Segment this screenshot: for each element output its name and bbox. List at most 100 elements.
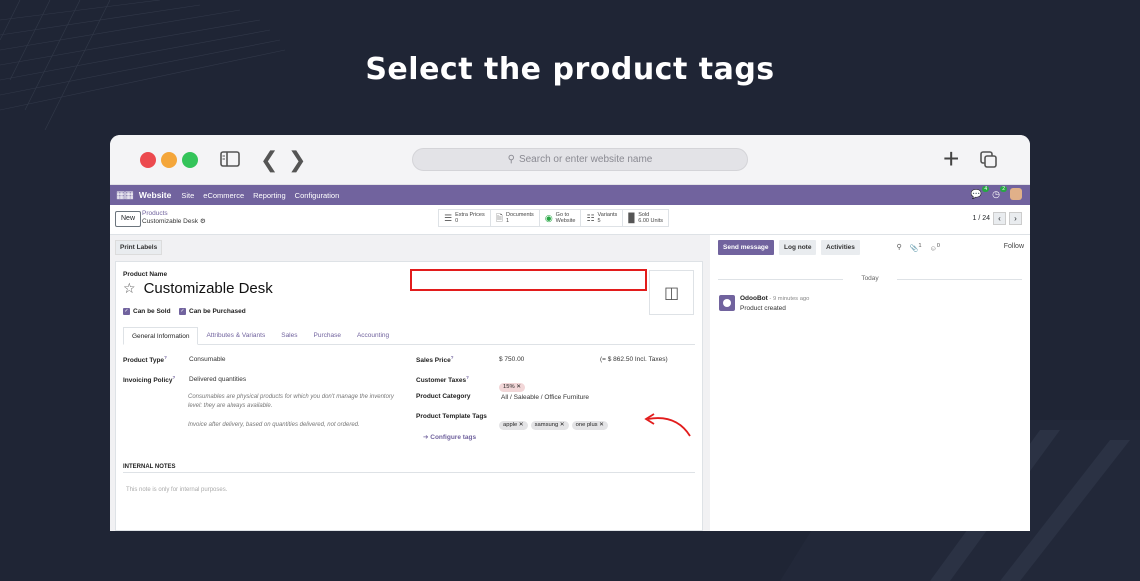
tag-samsung[interactable]: samsung ✕ [530, 421, 569, 430]
invoicing-policy-label: Invoicing Policy? [123, 375, 176, 385]
smart-value: 1 [505, 218, 510, 224]
tab-overview-icon[interactable] [980, 151, 998, 169]
smart-button-variants[interactable]: ☷ Variants 5 [581, 210, 624, 226]
pager-next-icon[interactable]: › [1009, 212, 1022, 225]
breadcrumb-current: Customizable Desk [142, 218, 198, 225]
control-panel: New Products Customizable Desk ⚙ ☰ Extra … [110, 205, 1030, 235]
search-icon: ⚲ [507, 154, 515, 165]
consumable-help-text: Consumables are physical products for wh… [188, 394, 394, 409]
form-sheet: Product Name ☆ Customizable Desk ◫ ✓ Can … [115, 261, 703, 531]
date-separator: Today [718, 275, 1022, 282]
product-category-select[interactable]: All / Saleable / Office Furniture [501, 394, 589, 401]
smart-value: 6.00 Units [638, 218, 663, 224]
messages-icon[interactable]: 💬 4 [971, 185, 990, 200]
app-navbar: ▦▦ Website Site eCommerce Reporting Conf… [110, 185, 1030, 205]
internal-notes-input[interactable]: This note is only for internal purposes. [126, 487, 227, 493]
search-icon[interactable]: ⚲ [896, 243, 901, 252]
tag-apple[interactable]: apple ✕ [499, 421, 528, 430]
template-tags-input[interactable]: apple ✕ samsung ✕ one plus ✕ [499, 413, 611, 431]
pager-prev-icon[interactable]: ‹ [993, 212, 1006, 225]
messages-count: 4 [982, 185, 990, 192]
app-brand[interactable]: Website [139, 190, 171, 200]
smart-button-sold[interactable]: ▉ Sold 6.00 Units [623, 210, 668, 226]
product-image[interactable]: ◫ [649, 270, 694, 315]
tax-tag[interactable]: 15% ✕ [499, 383, 526, 392]
back-icon[interactable]: ❮ [260, 147, 278, 173]
browser-toolbar: ❮ ❯ ⚲ Search or enter website name + [110, 135, 1030, 185]
can-be-purchased-label: Can be Purchased [189, 308, 246, 315]
menu-ecommerce[interactable]: eCommerce [203, 191, 244, 200]
menu-site[interactable]: Site [181, 191, 194, 200]
configure-tags-link[interactable]: ➔ Configure tags [423, 433, 476, 441]
page-title: Select the product tags [365, 52, 775, 87]
new-tab-icon[interactable]: + [943, 143, 959, 175]
globe-icon: ◉ [544, 213, 553, 223]
check-icon: ✓ [179, 308, 186, 315]
internal-notes-title: INTERNAL NOTES [123, 464, 695, 473]
activities-icon[interactable]: ◷ 2 [992, 185, 1007, 200]
log-note-button[interactable]: Log note [779, 240, 817, 255]
can-be-sold-checkbox[interactable]: ✓ Can be Sold [123, 308, 171, 315]
tab-purchase[interactable]: Purchase [306, 327, 349, 344]
product-type-select[interactable]: Consumable [189, 356, 226, 363]
sidebar-toggle-icon[interactable] [220, 151, 240, 167]
smart-value: Website [555, 218, 576, 224]
print-labels-button[interactable]: Print Labels [115, 240, 163, 255]
forward-icon[interactable]: ❯ [288, 147, 306, 173]
invoice-help-text: Invoice after delivery, based on quantit… [188, 422, 360, 428]
check-icon: ✓ [123, 308, 130, 315]
sitemap-icon: ☷ [586, 213, 595, 223]
paperclip-icon[interactable]: 📎1 [910, 243, 922, 252]
browser-window: ❮ ❯ ⚲ Search or enter website name + ▦▦ W… [110, 135, 1030, 531]
maximize-window-button[interactable] [182, 152, 198, 168]
sales-price-incl-taxes: (= $ 862.50 Incl. Taxes) [600, 356, 668, 363]
smart-label: Documents [505, 212, 534, 218]
form-tabs: General Information Attributes & Variant… [123, 327, 695, 345]
new-button[interactable]: New [115, 211, 142, 227]
follow-button[interactable]: Follow [1004, 243, 1024, 250]
send-message-button[interactable]: Send message [718, 240, 774, 255]
bar-chart-icon: ▉ [628, 213, 636, 223]
message-body: Product created [740, 305, 786, 312]
tab-accounting[interactable]: Accounting [349, 327, 397, 344]
user-avatar[interactable] [1010, 188, 1022, 200]
smart-label: Extra Prices [455, 212, 485, 218]
sales-price-input[interactable]: $ 750.00 [499, 356, 524, 363]
chatter-panel: Send message Log note Activities ⚲ 📎1 ☺0… [710, 235, 1030, 531]
product-category-label: Product Category [416, 393, 471, 400]
address-bar[interactable]: ⚲ Search or enter website name [412, 148, 748, 171]
activities-button[interactable]: Activities [821, 240, 860, 255]
chatter-icons: ⚲ 📎1 ☺0 [896, 243, 940, 252]
can-be-purchased-checkbox[interactable]: ✓ Can be Purchased [179, 308, 246, 315]
pager: 1 / 24 ‹ › [972, 212, 1022, 225]
breadcrumb-products[interactable]: Products [142, 210, 206, 218]
tag-one-plus[interactable]: one plus ✕ [571, 421, 609, 430]
tab-attributes-variants[interactable]: Attributes & Variants [198, 327, 273, 344]
tab-sales[interactable]: Sales [273, 327, 305, 344]
star-icon[interactable]: ☆ [123, 280, 136, 297]
invoicing-policy-select[interactable]: Delivered quantities [189, 376, 246, 383]
desk-icon: ◫ [663, 284, 680, 302]
odoobot-avatar [719, 295, 735, 311]
menu-configuration[interactable]: Configuration [295, 191, 340, 200]
customer-taxes-label: Customer Taxes? [416, 375, 469, 385]
annotation-arrow [644, 413, 691, 437]
product-name-label: Product Name [123, 271, 168, 278]
followers-icon[interactable]: ☺0 [930, 243, 940, 252]
smart-button-extra-prices[interactable]: ☰ Extra Prices 0 [439, 210, 491, 226]
attachments-count: 1 [918, 243, 922, 249]
smart-button-documents[interactable]: 🗎 Documents 1 [491, 210, 540, 226]
menu-reporting[interactable]: Reporting [253, 191, 286, 200]
smart-button-go-to-website[interactable]: ◉ Go to Website [540, 210, 582, 226]
message-time: - 9 minutes ago [767, 296, 810, 302]
document-icon: 🗎 [495, 213, 503, 223]
pager-value: 1 / 24 [972, 215, 990, 222]
tab-general-information[interactable]: General Information [123, 327, 199, 345]
gear-icon[interactable]: ⚙ [200, 218, 206, 225]
product-name-field[interactable]: ☆ Customizable Desk [123, 280, 273, 297]
app-grid-icon[interactable]: ▦▦ [116, 190, 134, 201]
template-tags-label: Product Template Tags [416, 413, 487, 420]
close-window-button[interactable] [140, 152, 156, 168]
followers-count: 0 [936, 243, 940, 249]
minimize-window-button[interactable] [161, 152, 177, 168]
